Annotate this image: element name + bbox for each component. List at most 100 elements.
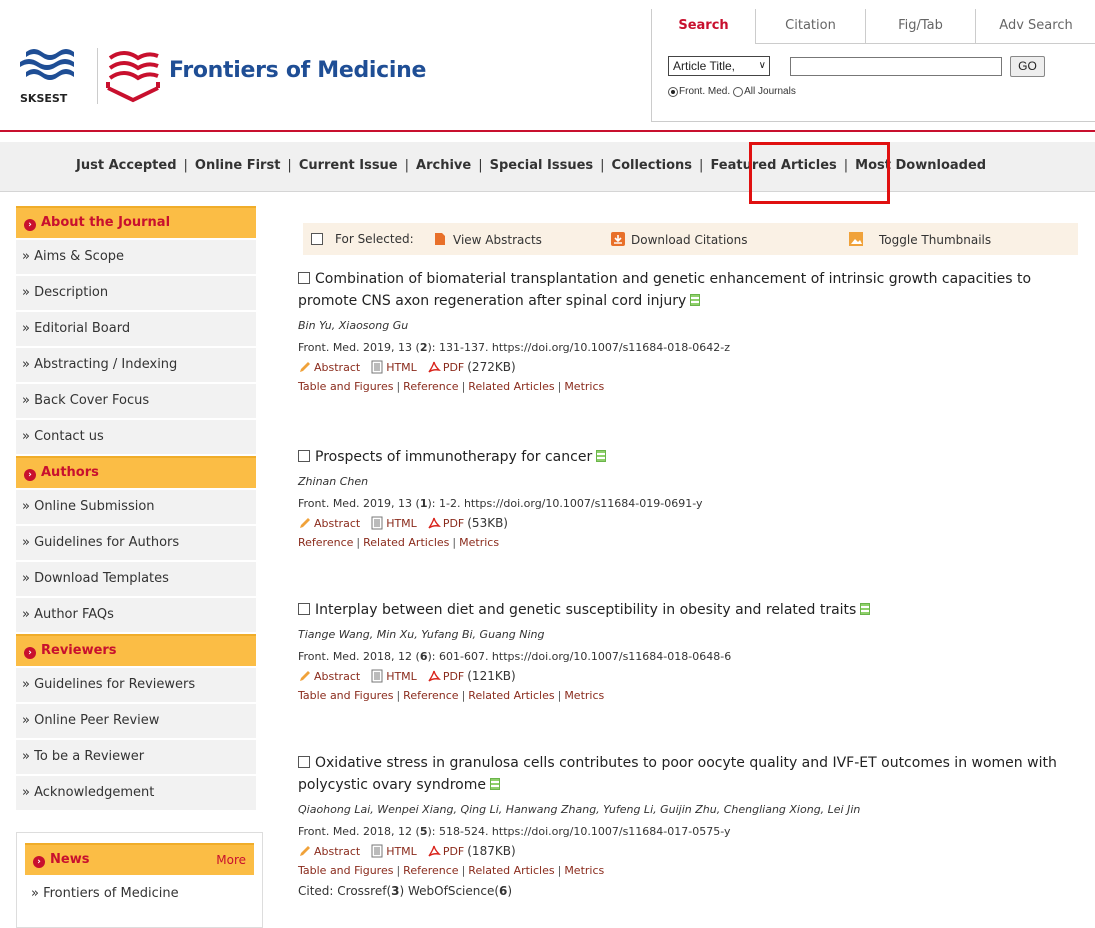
article-checkbox[interactable] — [298, 450, 310, 462]
article-authors: Qiaohong Lai, Wenpei Xiang, Qing Li, Han… — [298, 803, 861, 816]
search-panel: Search Citation Fig/Tab Adv Search Artic… — [651, 9, 1095, 122]
reference-link[interactable]: Reference — [403, 380, 458, 393]
sidebar-item-online-submission[interactable]: » Online Submission — [16, 490, 256, 524]
article-item: Combination of biomaterial transplantati… — [298, 268, 1088, 393]
sidebar-item-guidelines-authors[interactable]: » Guidelines for Authors — [16, 526, 256, 560]
article-checkbox[interactable] — [298, 272, 310, 284]
related-articles-link[interactable]: Related Articles — [468, 689, 554, 702]
download-citations-button[interactable]: Download Citations — [611, 232, 747, 247]
abstract-link[interactable]: Abstract — [314, 845, 360, 858]
article-title[interactable]: Prospects of immunotherapy for cancer — [298, 446, 1088, 468]
sksest-logo[interactable]: SKSEST — [18, 46, 93, 106]
tab-adv-search[interactable]: Adv Search — [975, 9, 1095, 44]
sidebar-item-download-templates[interactable]: » Download Templates — [16, 562, 256, 596]
article-meta-links: Table and Figures | Reference | Related Arti… — [298, 380, 605, 393]
article-citation: Front. Med. 2018, 12 (5): 518-524. https… — [298, 825, 731, 838]
article-cited-counts: Cited: Crossref(3) WebOfScience(6) — [298, 884, 513, 898]
pdf-size: (187KB) — [467, 844, 516, 858]
pencil-icon — [300, 518, 310, 528]
article-checkbox[interactable] — [298, 756, 310, 768]
table-figures-link[interactable]: Table and Figures — [298, 689, 393, 702]
pdf-link[interactable]: PDF — [443, 361, 464, 374]
html-icon — [371, 669, 383, 683]
sidebar-item-aims-scope[interactable]: » Aims & Scope — [16, 240, 256, 274]
table-figures-link[interactable]: Table and Figures — [298, 864, 393, 877]
pdf-link[interactable]: PDF — [443, 517, 464, 530]
metrics-link[interactable]: Metrics — [564, 380, 604, 393]
sidebar-item-editorial-board[interactable]: » Editorial Board — [16, 312, 256, 346]
go-button[interactable]: GO — [1010, 56, 1045, 77]
pdf-link[interactable]: PDF — [443, 845, 464, 858]
metrics-link[interactable]: Metrics — [564, 689, 604, 702]
fulltext-icon[interactable] — [690, 294, 701, 306]
nav-archive[interactable]: Archive — [416, 158, 471, 173]
arrow-right-icon: › — [33, 856, 45, 868]
nav-collections[interactable]: Collections — [612, 158, 693, 173]
pencil-icon — [300, 671, 310, 681]
sidebar-item-abstracting-indexing[interactable]: » Abstracting / Indexing — [16, 348, 256, 382]
sidebar-item-description[interactable]: » Description — [16, 276, 256, 310]
reference-link[interactable]: Reference — [403, 689, 458, 702]
article-title[interactable]: Combination of biomaterial transplantati… — [298, 268, 1088, 312]
abstract-link[interactable]: Abstract — [314, 517, 360, 530]
metrics-link[interactable]: Metrics — [564, 864, 604, 877]
fulltext-icon[interactable] — [596, 450, 607, 462]
article-links: Abstract HTML PDF (53KB) — [298, 516, 1088, 530]
document-icon — [435, 233, 445, 245]
tab-citation[interactable]: Citation — [755, 9, 865, 44]
related-articles-link[interactable]: Related Articles — [468, 380, 554, 393]
related-articles-link[interactable]: Related Articles — [363, 536, 449, 549]
fulltext-icon[interactable] — [860, 603, 871, 615]
abstract-link[interactable]: Abstract — [314, 670, 360, 683]
view-abstracts-button[interactable]: View Abstracts — [433, 232, 542, 247]
html-link[interactable]: HTML — [386, 845, 417, 858]
html-link[interactable]: HTML — [386, 517, 417, 530]
sidebar-item-contact-us[interactable]: » Contact us — [16, 420, 256, 454]
chevron-down-icon: ∨ — [758, 60, 766, 71]
tab-search[interactable]: Search — [652, 9, 755, 44]
nav-special-issues[interactable]: Special Issues — [490, 158, 594, 173]
nav-online-first[interactable]: Online First — [195, 158, 281, 173]
pencil-icon — [300, 846, 310, 856]
news-item[interactable]: » Frontiers of Medicine — [25, 877, 254, 911]
abstract-link[interactable]: Abstract — [314, 361, 360, 374]
nav-current-issue[interactable]: Current Issue — [299, 158, 398, 173]
sidebar-heading-authors: › Authors — [16, 456, 256, 488]
sidebar-item-online-peer-review[interactable]: » Online Peer Review — [16, 704, 256, 738]
article-title[interactable]: Interplay between diet and genetic susce… — [298, 599, 1088, 621]
nav-just-accepted[interactable]: Just Accepted — [76, 158, 177, 173]
article-item: Interplay between diet and genetic susce… — [298, 599, 1088, 702]
search-field-select[interactable]: Article Title, ∨ — [668, 56, 770, 76]
sidebar-heading-reviewers: › Reviewers — [16, 634, 256, 666]
sidebar-item-author-faqs[interactable]: » Author FAQs — [16, 598, 256, 632]
sidebar-item-to-be-reviewer[interactable]: » To be a Reviewer — [16, 740, 256, 774]
sidebar-item-back-cover-focus[interactable]: » Back Cover Focus — [16, 384, 256, 418]
tab-fig-tab[interactable]: Fig/Tab — [865, 9, 975, 44]
article-title[interactable]: Oxidative stress in granulosa cells cont… — [298, 752, 1088, 796]
radio-front-med[interactable] — [668, 86, 678, 97]
arrow-right-icon: › — [24, 647, 36, 659]
related-articles-link[interactable]: Related Articles — [468, 864, 554, 877]
radio-all-journals[interactable] — [733, 86, 744, 97]
article-checkbox[interactable] — [298, 603, 310, 615]
toggle-thumbnails-button[interactable]: Toggle Thumbnails — [849, 232, 991, 247]
search-input[interactable] — [790, 57, 1002, 76]
table-figures-link[interactable]: Table and Figures — [298, 380, 393, 393]
article-links: Abstract HTML PDF (121KB) — [298, 669, 1088, 683]
news-more-link[interactable]: More — [216, 845, 246, 875]
journal-scope-radios: Front. Med. All Journals — [668, 86, 796, 97]
crossref-count[interactable]: 3 — [391, 884, 399, 898]
html-link[interactable]: HTML — [386, 670, 417, 683]
select-all-checkbox[interactable] — [311, 233, 323, 245]
metrics-link[interactable]: Metrics — [459, 536, 499, 549]
reference-link[interactable]: Reference — [298, 536, 353, 549]
sidebar-item-acknowledgement[interactable]: » Acknowledgement — [16, 776, 256, 810]
pencil-icon — [300, 362, 310, 372]
html-link[interactable]: HTML — [386, 361, 417, 374]
reference-link[interactable]: Reference — [403, 864, 458, 877]
sidebar-item-guidelines-reviewers[interactable]: » Guidelines for Reviewers — [16, 668, 256, 702]
site-title[interactable]: Frontiers of Medicine — [169, 58, 426, 83]
book-logo-icon[interactable] — [104, 48, 162, 104]
pdf-link[interactable]: PDF — [443, 670, 464, 683]
fulltext-icon[interactable] — [489, 778, 500, 790]
